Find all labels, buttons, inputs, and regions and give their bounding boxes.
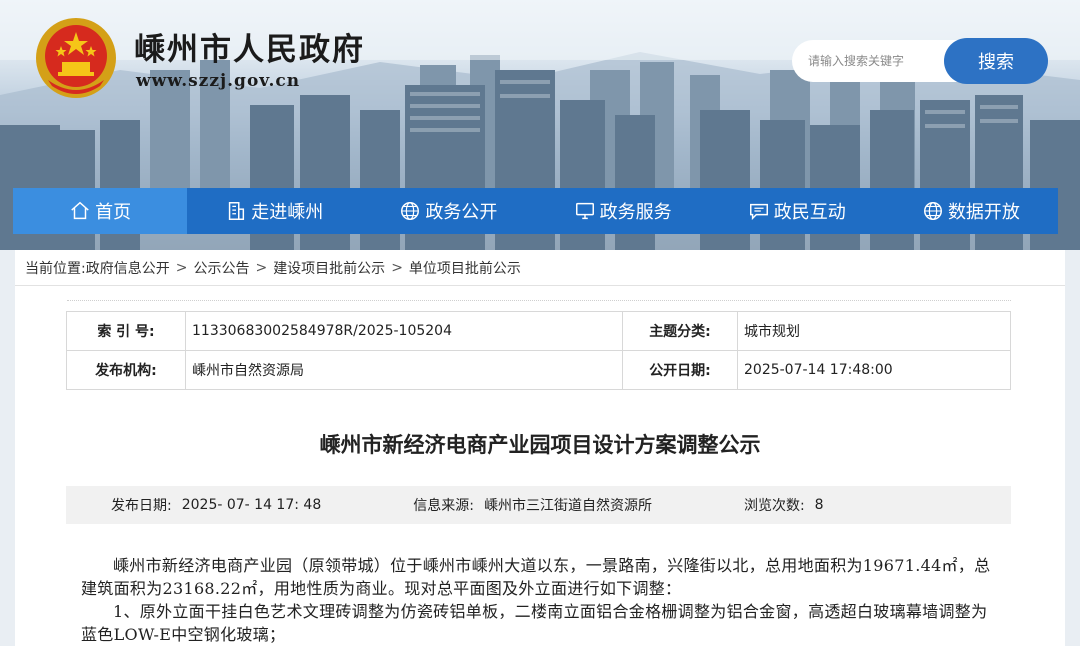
nav-item-services[interactable]: 政务服务 — [536, 188, 710, 234]
paragraph: 1、原外立面干挂白色艺术文理砖调整为仿瓷砖铝单板，二楼南立面铝合金格栅调整为铝合… — [81, 602, 988, 644]
globe-icon — [401, 202, 420, 220]
chat-icon — [749, 203, 768, 221]
article-title: 嵊州市新经济电商产业园项目设计方案调整公示 — [319, 433, 761, 457]
view-count: 浏览次数: 8 — [744, 495, 824, 515]
nav-item-open-data[interactable]: 数据开放 — [884, 188, 1058, 234]
nav-label: 政务公开 — [425, 202, 498, 223]
nav-item-gov-affairs[interactable]: 政务公开 — [361, 188, 535, 234]
breadcrumb-link[interactable]: 建设项目批前公示 — [273, 258, 385, 278]
info-source-value: 嵊州市三江街道自然资源所 — [483, 498, 652, 514]
monitor-icon — [575, 202, 594, 220]
info-source: 信息来源: 嵊州市三江街道自然资源所 — [413, 495, 652, 515]
publish-date-label: 发布日期: — [111, 498, 172, 514]
main-nav: 首页 走进嵊州 政务公开 政务服务 政民互动 数据开放 — [13, 188, 1058, 234]
info-source-label: 信息来源: — [413, 498, 474, 514]
breadcrumb-prefix: 当前位置: — [25, 260, 86, 277]
open-date-label: 公开日期: — [622, 350, 738, 390]
article-body: 嵊州市新经济电商产业园（原领带城）位于嵊州市嵊州大道以东，一景路南，兴隆街以北，… — [81, 554, 1001, 646]
home-icon — [71, 201, 89, 220]
breadcrumb: 当前位置: 政府信息公开 > 公示公告 > 建设项目批前公示 > 单位项目批前公… — [15, 250, 1065, 286]
table-row: 发布机构: 嵊州市自然资源局 公开日期: 2025-07-14 17:48:00 — [66, 350, 1011, 390]
category-value: 城市规划 — [737, 311, 1011, 351]
paragraph: 嵊州市新经济电商产业园（原领带城）位于嵊州市嵊州大道以东，一景路南，兴隆街以北，… — [81, 556, 991, 598]
site-url: www.szzj.gov.cn — [136, 71, 301, 91]
nav-label: 数据开放 — [947, 202, 1020, 223]
nav-item-home[interactable]: 首页 — [13, 188, 188, 234]
national-emblem-icon — [36, 18, 116, 98]
category-label: 主题分类: — [622, 311, 738, 351]
nav-item-about[interactable]: 走进嵊州 — [187, 188, 361, 234]
publisher-label: 发布机构: — [66, 350, 186, 390]
nav-label: 走进嵊州 — [251, 202, 324, 223]
index-value: 11330683002584978R/2025-105204 — [185, 311, 623, 351]
article-card: 索 引 号: 11330683002584978R/2025-105204 主题… — [15, 286, 1065, 646]
publish-date-value: 2025- 07- 14 17: 48 — [181, 497, 322, 513]
breadcrumb-link[interactable]: 单位项目批前公示 — [409, 258, 521, 278]
view-count-value: 8 — [814, 497, 824, 513]
nav-item-interaction[interactable]: 政民互动 — [710, 188, 884, 234]
open-date-value: 2025-07-14 17:48:00 — [737, 350, 1011, 390]
table-row: 索 引 号: 11330683002584978R/2025-105204 主题… — [66, 311, 1011, 351]
breadcrumb-separator: > — [391, 259, 403, 276]
globe-icon — [923, 202, 942, 220]
view-count-label: 浏览次数: — [743, 498, 805, 514]
breadcrumb-separator: > — [175, 259, 188, 276]
index-label: 索 引 号: — [66, 311, 186, 351]
nav-label: 政务服务 — [599, 202, 672, 223]
meta-table: 索 引 号: 11330683002584978R/2025-105204 主题… — [66, 311, 1011, 390]
nav-label: 政民互动 — [773, 202, 846, 223]
article-info-bar: 发布日期: 2025- 07- 14 17: 48 信息来源: 嵊州市三江街道自… — [66, 486, 1011, 524]
publish-date: 发布日期: 2025- 07- 14 17: 48 — [111, 495, 321, 515]
breadcrumb-separator: > — [255, 259, 268, 276]
divider — [67, 300, 1011, 301]
site-title: 嵊州市人民政府 — [134, 32, 365, 68]
publisher-value: 嵊州市自然资源局 — [185, 350, 623, 390]
breadcrumb-link[interactable]: 公示公告 — [193, 258, 249, 278]
breadcrumb-link[interactable]: 政府信息公开 — [86, 258, 170, 278]
building-icon — [229, 202, 245, 220]
nav-label: 首页 — [95, 202, 132, 223]
search-button[interactable]: 搜索 — [944, 38, 1048, 84]
